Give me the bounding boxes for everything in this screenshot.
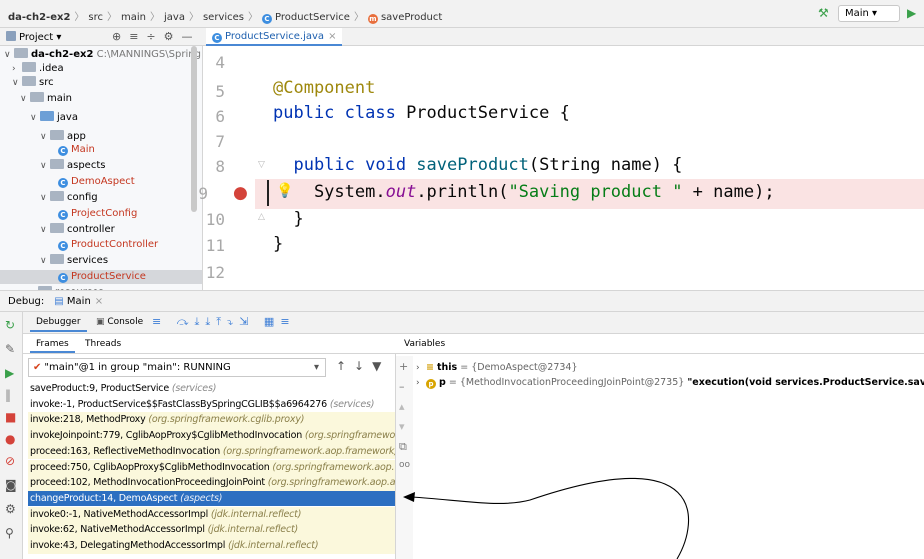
annotation-arrow: [403, 477, 690, 559]
